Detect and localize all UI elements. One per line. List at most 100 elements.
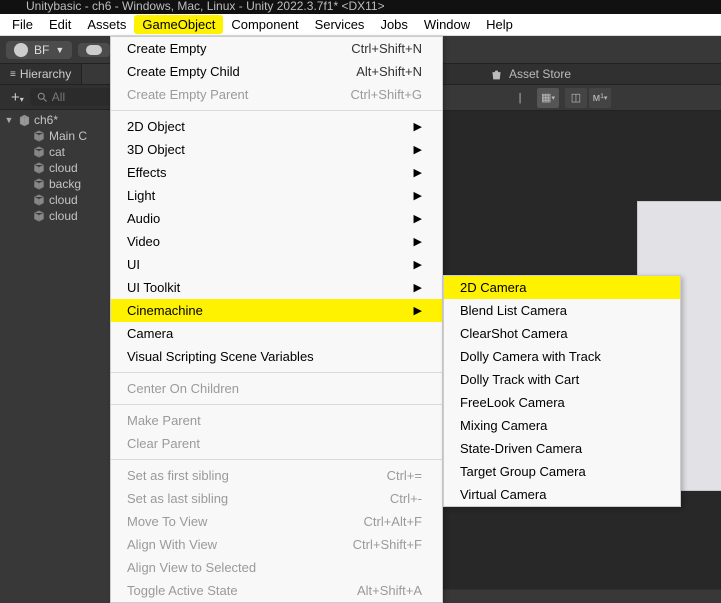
menu-item-2d-camera[interactable]: 2D Camera [444, 276, 680, 299]
menu-item-label: Light [127, 188, 414, 203]
menu-item-label: Move To View [127, 514, 343, 529]
menu-item-component[interactable]: Component [223, 15, 306, 34]
submenu-caret-icon: ▶ [414, 258, 422, 271]
window-titlebar: Unitybasic - ch6 - Windows, Mac, Linux -… [0, 0, 721, 14]
menu-item-mixing-camera[interactable]: Mixing Camera [444, 414, 680, 437]
gameobject-icon [32, 146, 46, 158]
hierarchy-tab-label: Hierarchy [20, 67, 71, 81]
menu-item-label: 3D Object [127, 142, 414, 157]
menu-item-label: Set as first sibling [127, 468, 367, 483]
menu-item-label: Create Empty Child [127, 64, 336, 79]
menu-item-label: Virtual Camera [460, 487, 660, 502]
gameobject-icon [32, 178, 46, 190]
menu-item-assets[interactable]: Assets [79, 15, 134, 34]
account-label: BF [34, 43, 49, 57]
menu-item-target-group-camera[interactable]: Target Group Camera [444, 460, 680, 483]
menu-item-label: Visual Scripting Scene Variables [127, 349, 422, 364]
hierarchy-item-label: cloud [49, 161, 78, 175]
menu-item-ui[interactable]: UI▶ [111, 253, 442, 276]
menu-item-label: Make Parent [127, 413, 422, 428]
gameobject-icon [32, 130, 46, 142]
menu-item-label: Audio [127, 211, 414, 226]
cinemachine-submenu: 2D Camera Blend List Camera ClearShot Came… [443, 275, 681, 507]
gameobject-icon [32, 194, 46, 206]
menu-item-virtual-camera[interactable]: Virtual Camera [444, 483, 680, 506]
menu-item-visual-scripting-scene-variables[interactable]: Visual Scripting Scene Variables [111, 345, 442, 368]
menu-item-shortcut: Alt+Shift+N [336, 64, 422, 79]
menu-item-dolly-track-with-cart[interactable]: Dolly Track with Cart [444, 368, 680, 391]
menu-item-label: Dolly Track with Cart [460, 372, 660, 387]
menu-item-jobs[interactable]: Jobs [372, 15, 415, 34]
menu-item-gameobject[interactable]: GameObject [134, 15, 223, 34]
submenu-caret-icon: ▶ [414, 304, 422, 317]
create-button[interactable]: +▾ [5, 89, 30, 106]
menu-item-services[interactable]: Services [307, 15, 373, 34]
menu-item-align-view-to-selected: Align View to Selected [111, 556, 442, 579]
menu-item-cinemachine[interactable]: Cinemachine▶ [111, 299, 442, 322]
menu-item-label: Clear Parent [127, 436, 422, 451]
expand-toggle[interactable]: ▼ [4, 115, 14, 125]
menu-item-label: ClearShot Camera [460, 326, 660, 341]
menu-item-video[interactable]: Video▶ [111, 230, 442, 253]
menu-item-edit[interactable]: Edit [41, 15, 79, 34]
menu-item-label: Align View to Selected [127, 560, 422, 575]
asset-store-label: Asset Store [509, 67, 571, 81]
audio-button[interactable]: м¹▾ [589, 88, 611, 108]
menu-item-ui-toolkit[interactable]: UI Toolkit▶ [111, 276, 442, 299]
menu-item-dolly-camera-with-track[interactable]: Dolly Camera with Track [444, 345, 680, 368]
unity-icon [17, 114, 31, 127]
bag-icon [490, 68, 503, 81]
menu-item-create-empty-child[interactable]: Create Empty ChildAlt+Shift+N [111, 60, 442, 83]
menu-item-label: 2D Object [127, 119, 414, 134]
menu-item-2d-object[interactable]: 2D Object▶ [111, 115, 442, 138]
menu-item-light[interactable]: Light▶ [111, 184, 442, 207]
menu-item-window[interactable]: Window [416, 15, 478, 34]
menu-separator [111, 372, 442, 373]
grid-button[interactable]: ▦▾ [537, 88, 559, 108]
menu-item-3d-object[interactable]: 3D Object▶ [111, 138, 442, 161]
submenu-caret-icon: ▶ [414, 212, 422, 225]
menu-item-label: State-Driven Camera [460, 441, 660, 456]
menu-item-label: Cinemachine [127, 303, 414, 318]
menu-item-label: Toggle Active State [127, 583, 337, 598]
menu-item-state-driven-camera[interactable]: State-Driven Camera [444, 437, 680, 460]
menu-item-label: Center On Children [127, 381, 422, 396]
menu-item-camera[interactable]: Camera [111, 322, 442, 345]
menu-item-clear-parent: Clear Parent [111, 432, 442, 455]
menu-item-center-on-children: Center On Children [111, 377, 442, 400]
menu-item-freelook-camera[interactable]: FreeLook Camera [444, 391, 680, 414]
snap-button[interactable]: ◫ [565, 88, 587, 108]
menu-separator [111, 459, 442, 460]
menu-item-label: Blend List Camera [460, 303, 660, 318]
hierarchy-tab[interactable]: ≡ Hierarchy [0, 64, 82, 84]
hierarchy-item-label: cloud [49, 193, 78, 207]
menu-item-label: Camera [127, 326, 422, 341]
submenu-caret-icon: ▶ [414, 120, 422, 133]
asset-store-tab[interactable]: Asset Store [490, 67, 571, 81]
menu-item-help[interactable]: Help [478, 15, 521, 34]
menu-item-label: Video [127, 234, 414, 249]
gameobject-icon [32, 162, 46, 174]
menu-item-blend-list-camera[interactable]: Blend List Camera [444, 299, 680, 322]
gameobject-menu: Create EmptyCtrl+Shift+NCreate Empty Chi… [110, 36, 443, 603]
submenu-caret-icon: ▶ [414, 143, 422, 156]
submenu-caret-icon: ▶ [414, 166, 422, 179]
menu-item-label: Effects [127, 165, 414, 180]
hierarchy-item-label: Main C [49, 129, 87, 143]
hierarchy-item-label: backg [49, 177, 81, 191]
search-icon [36, 91, 48, 103]
menu-item-label: UI Toolkit [127, 280, 414, 295]
cloud-button[interactable] [78, 43, 110, 57]
menu-item-label: 2D Camera [460, 280, 660, 295]
menu-item-effects[interactable]: Effects▶ [111, 161, 442, 184]
hierarchy-item-label: cat [49, 145, 65, 159]
search-placeholder: All [52, 90, 65, 104]
gameobject-icon [32, 210, 46, 222]
account-menu[interactable]: BF ▼ [6, 41, 72, 59]
menu-item-label: Set as last sibling [127, 491, 370, 506]
menu-item-audio[interactable]: Audio▶ [111, 207, 442, 230]
menu-item-create-empty[interactable]: Create EmptyCtrl+Shift+N [111, 37, 442, 60]
menu-item-label: Dolly Camera with Track [460, 349, 660, 364]
menu-item-file[interactable]: File [4, 15, 41, 34]
menu-item-clearshot-camera[interactable]: ClearShot Camera [444, 322, 680, 345]
